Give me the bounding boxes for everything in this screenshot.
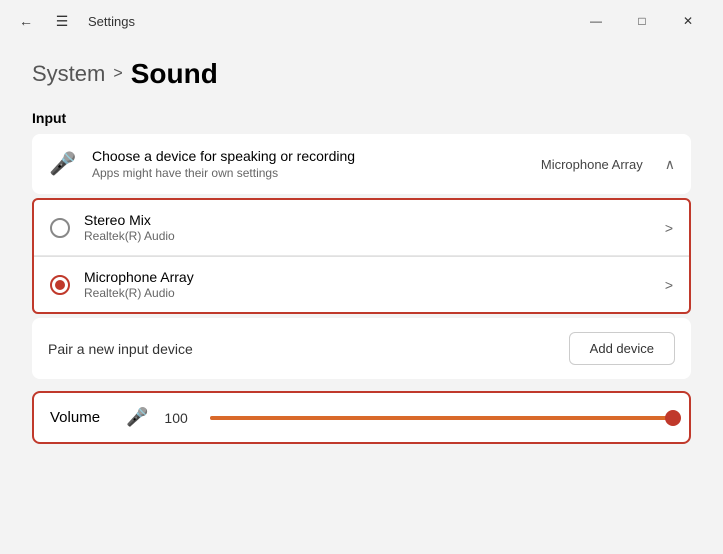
stereo-mix-name: Stereo Mix bbox=[84, 212, 651, 228]
device-item-stereo-mix[interactable]: Stereo Mix Realtek(R) Audio > bbox=[34, 200, 689, 256]
back-button[interactable]: ← bbox=[12, 7, 40, 35]
radio-inner-dot bbox=[55, 280, 65, 290]
volume-mic-icon: 🎤 bbox=[126, 407, 148, 428]
volume-card: Volume 🎤 100 bbox=[32, 391, 691, 444]
volume-label: Volume bbox=[50, 409, 110, 426]
close-button[interactable]: ✕ bbox=[665, 5, 711, 37]
microphone-large-icon: 🎤 bbox=[48, 151, 78, 177]
breadcrumb: System > Sound bbox=[32, 58, 691, 90]
device-header-text: Choose a device for speaking or recordin… bbox=[92, 148, 527, 180]
minimize-button[interactable]: — bbox=[573, 5, 619, 37]
volume-slider-thumb[interactable] bbox=[665, 410, 681, 426]
radio-microphone-array bbox=[50, 275, 70, 295]
breadcrumb-current: Sound bbox=[131, 58, 218, 90]
input-section-label: Input bbox=[32, 110, 691, 126]
device-item-microphone-array[interactable]: Microphone Array Realtek(R) Audio > bbox=[34, 257, 689, 312]
window-controls: — □ ✕ bbox=[573, 5, 711, 37]
microphone-array-name: Microphone Array bbox=[84, 269, 651, 285]
add-device-button[interactable]: Add device bbox=[569, 332, 675, 365]
settings-window: ← ☰ Settings — □ ✕ System > Sound Input … bbox=[0, 0, 723, 554]
hamburger-button[interactable]: ☰ bbox=[48, 7, 76, 35]
choose-device-subtitle: Apps might have their own settings bbox=[92, 166, 527, 180]
main-content: System > Sound Input 🎤 Choose a device f… bbox=[0, 42, 723, 554]
stereo-mix-info: Stereo Mix Realtek(R) Audio bbox=[84, 212, 651, 243]
microphone-array-info: Microphone Array Realtek(R) Audio bbox=[84, 269, 651, 300]
stereo-mix-chevron-icon: > bbox=[665, 220, 673, 236]
breadcrumb-chevron: > bbox=[113, 65, 122, 83]
choose-device-header[interactable]: 🎤 Choose a device for speaking or record… bbox=[32, 134, 691, 194]
chevron-up-icon: ∧ bbox=[665, 156, 675, 173]
selected-device-label: Microphone Array bbox=[541, 157, 643, 172]
microphone-array-chevron-icon: > bbox=[665, 277, 673, 293]
devices-list: Stereo Mix Realtek(R) Audio > Microphone… bbox=[32, 198, 691, 314]
radio-stereo-mix bbox=[50, 218, 70, 238]
pair-row: Pair a new input device Add device bbox=[32, 318, 691, 379]
microphone-array-driver: Realtek(R) Audio bbox=[84, 286, 651, 300]
stereo-mix-driver: Realtek(R) Audio bbox=[84, 229, 651, 243]
title-bar: ← ☰ Settings — □ ✕ bbox=[0, 0, 723, 42]
volume-slider-fill bbox=[210, 416, 673, 420]
nav-buttons: ← ☰ bbox=[12, 7, 76, 35]
pair-label: Pair a new input device bbox=[48, 341, 569, 357]
choose-device-title: Choose a device for speaking or recordin… bbox=[92, 148, 527, 164]
volume-value: 100 bbox=[164, 410, 194, 426]
choose-device-card: 🎤 Choose a device for speaking or record… bbox=[32, 134, 691, 194]
maximize-button[interactable]: □ bbox=[619, 5, 665, 37]
window-title: Settings bbox=[88, 14, 135, 29]
volume-slider-track[interactable] bbox=[210, 416, 673, 420]
breadcrumb-system[interactable]: System bbox=[32, 61, 105, 87]
